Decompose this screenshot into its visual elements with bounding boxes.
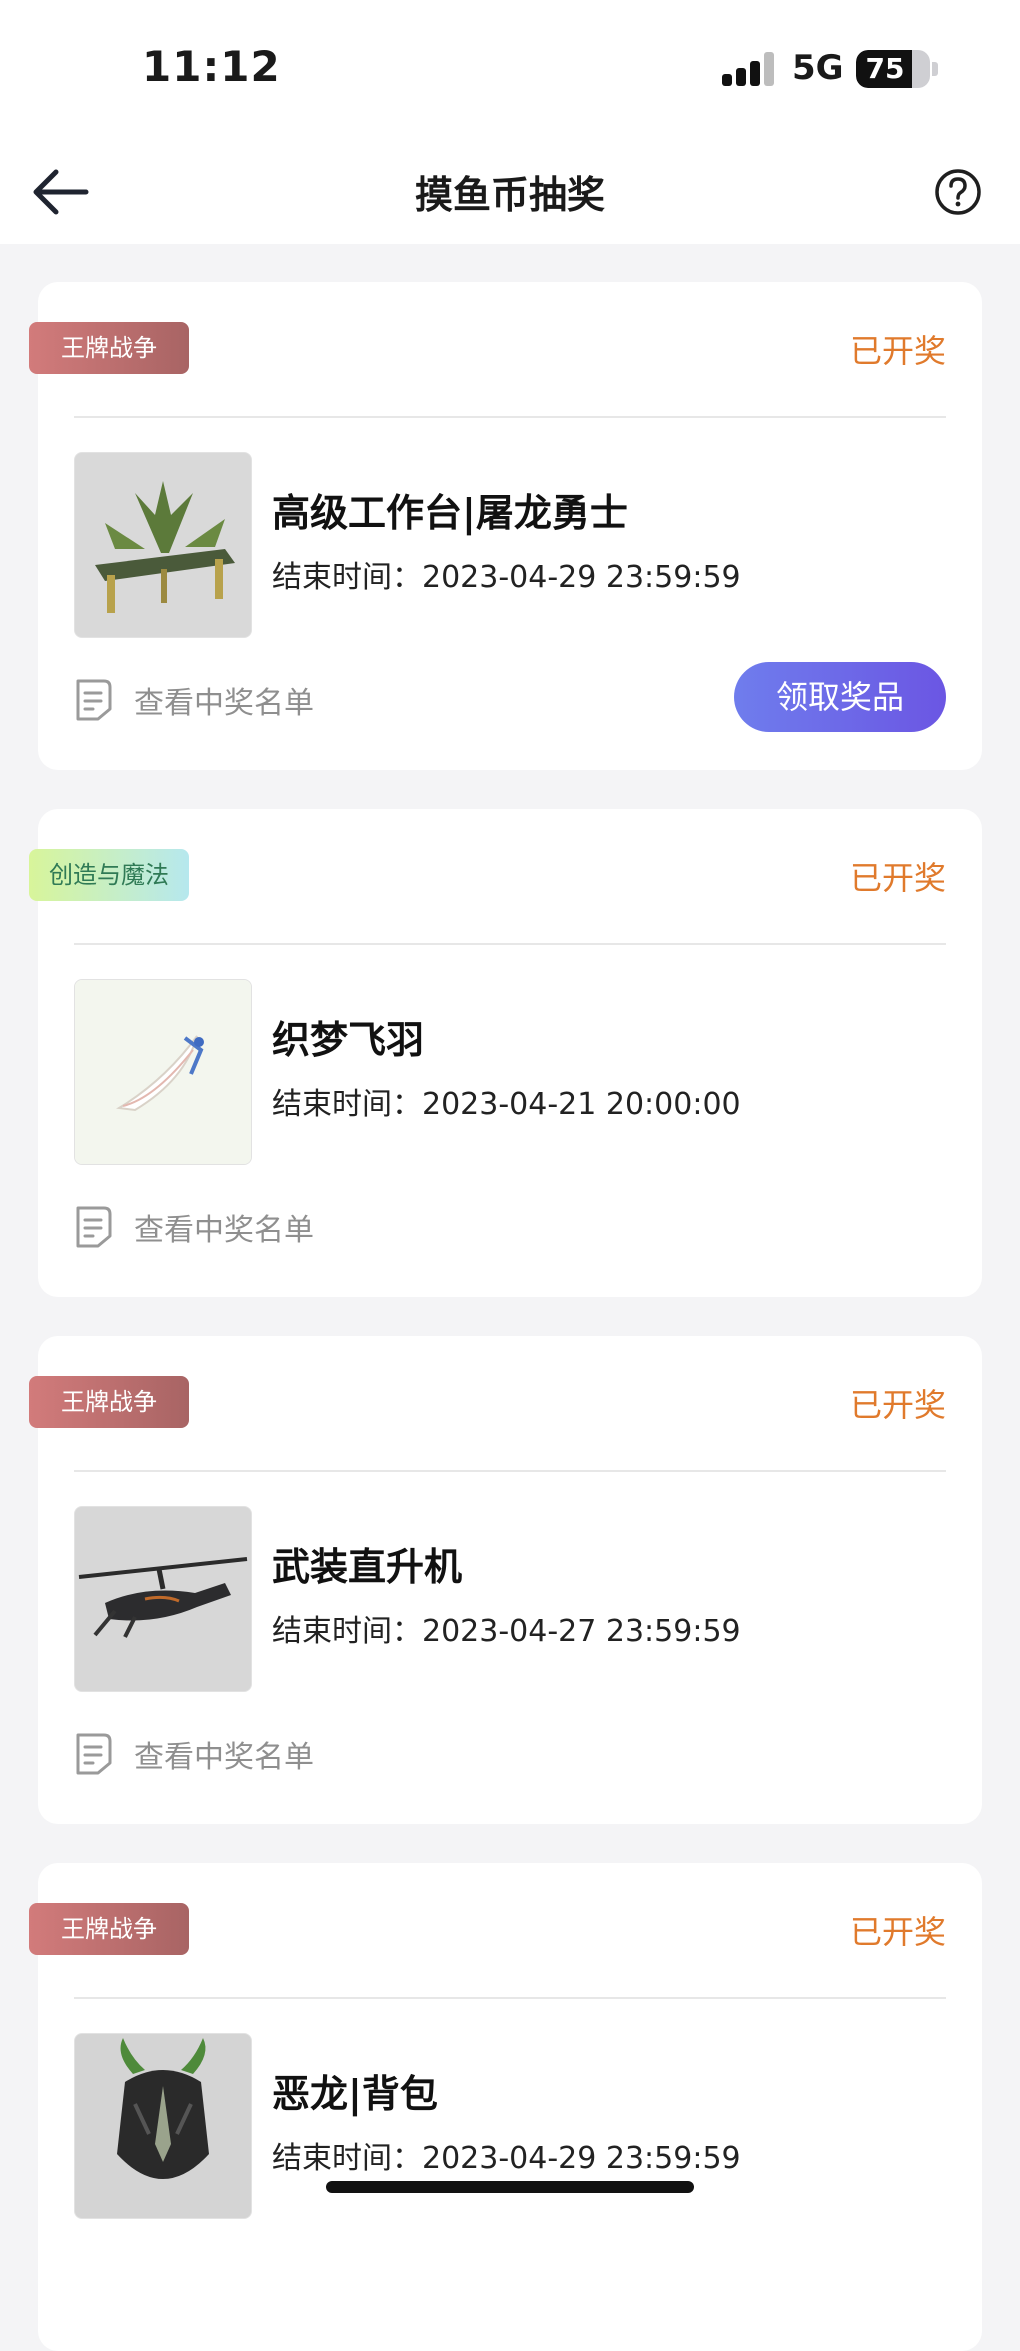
view-winners-link[interactable]: 查看中奖名单 bbox=[74, 1730, 314, 1778]
prize-image bbox=[74, 2033, 252, 2219]
divider bbox=[74, 1997, 946, 1999]
game-tag: 王牌战争 bbox=[29, 1376, 189, 1428]
page-title: 摸鱼币抽奖 bbox=[414, 173, 605, 217]
prize-image bbox=[74, 979, 252, 1165]
divider bbox=[74, 1470, 946, 1472]
signal-icon bbox=[722, 52, 776, 86]
question-circle-icon bbox=[935, 169, 981, 215]
prize-image bbox=[74, 452, 252, 638]
lottery-card[interactable]: 创造与魔法 已开奖 织梦飞羽 结束时间：2023-04-21 20:00:00 … bbox=[29, 809, 982, 1297]
lottery-card[interactable]: 王牌战争 已开奖 恶龙|背包 结束时间：2023-04-29 23:59:59 bbox=[29, 1863, 982, 2351]
status-label: 已开奖 bbox=[849, 1386, 946, 1424]
view-winners-label: 查看中奖名单 bbox=[134, 686, 314, 721]
claim-prize-button[interactable]: 领取奖品 bbox=[734, 662, 946, 732]
document-list-icon bbox=[76, 679, 112, 721]
status-label: 已开奖 bbox=[849, 332, 946, 370]
end-time-value: 2023-04-29 23:59:59 bbox=[422, 2141, 741, 2176]
view-winners-label: 查看中奖名单 bbox=[134, 1740, 314, 1775]
end-time-value: 2023-04-21 20:00:00 bbox=[422, 1087, 741, 1122]
end-time: 结束时间：2023-04-29 23:59:59 bbox=[272, 2133, 741, 2177]
battery-tip bbox=[932, 62, 938, 76]
prize-title: 武装直升机 bbox=[272, 1545, 463, 1589]
end-time: 结束时间：2023-04-29 23:59:59 bbox=[272, 552, 741, 596]
prize-image bbox=[74, 1506, 252, 1692]
network-type: 5G bbox=[792, 48, 844, 88]
view-winners-link[interactable]: 查看中奖名单 bbox=[74, 676, 314, 724]
document-list-icon bbox=[76, 1206, 112, 1248]
end-time: 结束时间：2023-04-21 20:00:00 bbox=[272, 1079, 741, 1123]
end-time-value: 2023-04-27 23:59:59 bbox=[422, 1614, 741, 1649]
divider bbox=[74, 416, 946, 418]
prize-title: 高级工作台|屠龙勇士 bbox=[272, 491, 628, 535]
status-time: 11:12 bbox=[142, 42, 281, 91]
lottery-card[interactable]: 王牌战争 已开奖 武装直升机 结束时间：2023-04-27 23:59:59 … bbox=[29, 1336, 982, 1824]
prize-title: 恶龙|背包 bbox=[272, 2072, 438, 2116]
end-time-label: 结束时间： bbox=[272, 560, 422, 595]
view-winners-label: 查看中奖名单 bbox=[134, 1213, 314, 1248]
document-list-icon bbox=[76, 1733, 112, 1775]
status-bar: 11:12 5G 75 bbox=[0, 0, 1020, 140]
end-time-label: 结束时间： bbox=[272, 1087, 422, 1122]
status-label: 已开奖 bbox=[849, 1913, 946, 1951]
home-indicator[interactable] bbox=[326, 2181, 694, 2193]
end-time-label: 结束时间： bbox=[272, 1614, 422, 1649]
nav-bar: 摸鱼币抽奖 bbox=[0, 140, 1020, 244]
status-label: 已开奖 bbox=[849, 859, 946, 897]
end-time-value: 2023-04-29 23:59:59 bbox=[422, 560, 741, 595]
battery-icon: 75 bbox=[856, 50, 930, 88]
divider bbox=[74, 943, 946, 945]
battery-level: 75 bbox=[865, 52, 905, 85]
help-button[interactable] bbox=[934, 168, 982, 216]
game-tag: 创造与魔法 bbox=[29, 849, 189, 901]
prize-title: 织梦飞羽 bbox=[272, 1018, 425, 1062]
lottery-card[interactable]: 王牌战争 已开奖 高级工作台|屠龙勇士 结束时间：2023-04-29 23:5… bbox=[29, 282, 982, 770]
end-time: 结束时间：2023-04-27 23:59:59 bbox=[272, 1606, 741, 1650]
end-time-label: 结束时间： bbox=[272, 2141, 422, 2176]
game-tag: 王牌战争 bbox=[29, 322, 189, 374]
view-winners-link[interactable]: 查看中奖名单 bbox=[74, 1203, 314, 1251]
game-tag: 王牌战争 bbox=[29, 1903, 189, 1955]
